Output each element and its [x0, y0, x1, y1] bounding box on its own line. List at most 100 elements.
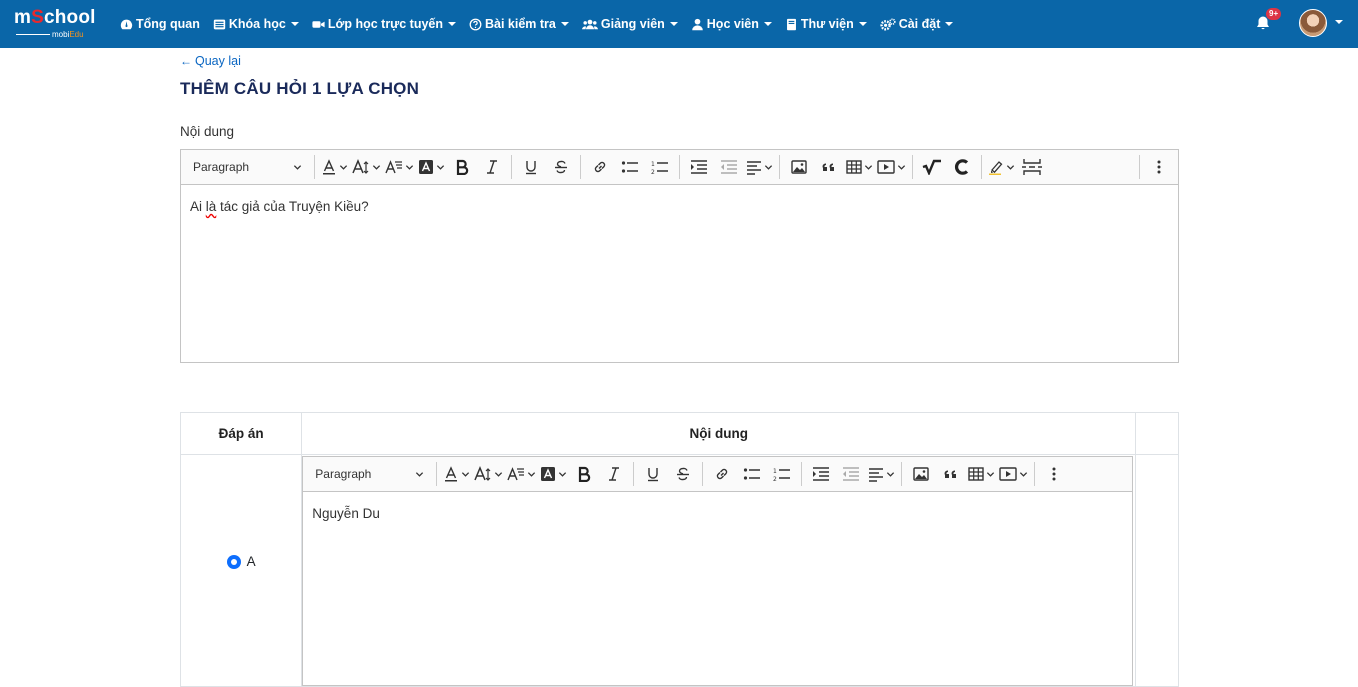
caret-down-icon [290, 22, 299, 26]
chemistry-formula-button[interactable] [949, 154, 975, 180]
nav-item-khoa-hoc[interactable]: Khóa học [213, 17, 299, 31]
background-color-button[interactable] [418, 154, 445, 180]
link-button[interactable] [709, 461, 735, 487]
font-color-button[interactable] [321, 154, 348, 180]
outdent-icon [721, 160, 737, 174]
nav-item-lop-hoc[interactable]: Lớp học trực tuyến [312, 17, 456, 31]
bold-button[interactable] [571, 461, 597, 487]
nav-item-giang-vien[interactable]: Giảng viên [581, 17, 678, 31]
text-align-button[interactable] [868, 461, 895, 487]
italic-button[interactable] [479, 154, 505, 180]
main-menu: Tổng quan Khóa học Lớp học trực tuyến Bà… [120, 0, 966, 48]
nav-item-bai-kiem-tra[interactable]: Bài kiểm tra [469, 17, 569, 31]
media-icon [877, 160, 895, 174]
math-formula-button[interactable] [919, 154, 945, 180]
nav-item-tong-quan[interactable]: Tổng quan [120, 17, 200, 31]
font-color-icon [323, 159, 335, 175]
notification-badge: 9+ [1266, 8, 1282, 20]
column-header-answer: Đáp án [179, 412, 303, 455]
font-size-button[interactable] [352, 154, 381, 180]
answer-radio-a[interactable] [226, 554, 241, 569]
column-header-content: Nội dung [301, 412, 1137, 455]
paragraph-dropdown-label: Paragraph [193, 160, 250, 174]
chevron-down-icon [1006, 164, 1015, 170]
question-circle-icon [469, 18, 482, 30]
quote-icon [944, 470, 957, 478]
font-family-icon [507, 467, 525, 481]
background-color-icon [419, 160, 433, 174]
background-color-icon [541, 467, 556, 481]
more-options-button[interactable] [1041, 461, 1067, 487]
insert-table-button[interactable] [968, 461, 995, 487]
book-icon [786, 18, 796, 30]
underline-button[interactable] [640, 461, 666, 487]
bold-button[interactable] [449, 154, 475, 180]
svg-text:1: 1 [773, 468, 777, 475]
caret-down-icon [448, 22, 456, 26]
bulleted-list-button[interactable] [739, 461, 765, 487]
caret-down-icon [945, 22, 954, 26]
chevron-down-icon [436, 164, 445, 170]
question-editor: Paragraph 12 Ai là tác giả của Truyện Ki… [180, 149, 1179, 363]
chevron-down-icon [897, 164, 906, 170]
brand-logo[interactable]: mSchool mobiEdu [14, 8, 104, 40]
chevron-down-icon [405, 164, 414, 170]
font-family-button[interactable] [507, 461, 536, 487]
highlight-button[interactable] [988, 154, 1015, 180]
user-avatar[interactable] [1299, 9, 1327, 37]
insert-image-button[interactable] [786, 154, 812, 180]
increase-indent-button[interactable] [808, 461, 834, 487]
answer-letter: A [246, 554, 256, 570]
avatar-caret-icon[interactable] [1335, 20, 1343, 24]
numbered-list-button[interactable]: 12 [769, 461, 795, 487]
back-link[interactable]: ← Quay lại [180, 54, 241, 68]
font-family-button[interactable] [385, 154, 414, 180]
increase-indent-button[interactable] [686, 154, 712, 180]
caret-down-icon [560, 22, 569, 26]
numbered-list-button[interactable]: 12 [647, 154, 673, 180]
block-quote-button[interactable] [938, 461, 964, 487]
editor-toolbar: Paragraph 12 [181, 150, 1178, 185]
insert-table-button[interactable] [846, 154, 873, 180]
block-quote-button[interactable] [816, 154, 842, 180]
underline-button[interactable] [518, 154, 544, 180]
svg-text:2: 2 [651, 169, 655, 175]
italic-button[interactable] [601, 461, 627, 487]
question-editor-content[interactable]: Ai là tác giả của Truyện Kiều? [181, 185, 1178, 228]
insert-media-button[interactable] [877, 154, 906, 180]
nav-item-thu-vien[interactable]: Thư viện [785, 17, 867, 31]
answer-editor-content[interactable]: Nguyễn Du [303, 492, 1132, 535]
page-break-button[interactable] [1019, 154, 1045, 180]
video-icon [312, 20, 325, 28]
font-color-icon [445, 466, 458, 482]
text-align-button[interactable] [746, 154, 773, 180]
nav-item-cai-dat[interactable]: Cài đặt [880, 17, 954, 31]
align-left-icon [747, 161, 761, 175]
font-color-button[interactable] [443, 461, 470, 487]
link-button[interactable] [587, 154, 613, 180]
strikethrough-button[interactable] [548, 154, 574, 180]
decrease-indent-button[interactable] [716, 154, 742, 180]
insert-media-button[interactable] [999, 461, 1028, 487]
font-size-button[interactable] [474, 461, 503, 487]
toolbar-separator [511, 155, 512, 179]
logo-line [16, 34, 50, 35]
bulleted-list-button[interactable] [617, 154, 643, 180]
strikethrough-icon [677, 467, 690, 481]
more-options-button[interactable] [1146, 154, 1172, 180]
toolbar-separator [702, 462, 704, 486]
highlight-pen-icon [989, 161, 1003, 175]
background-color-button[interactable] [540, 461, 567, 487]
insert-image-button[interactable] [908, 461, 934, 487]
chevron-down-icon [416, 471, 424, 477]
media-icon [999, 467, 1017, 481]
decrease-indent-button[interactable] [838, 461, 864, 487]
paragraph-dropdown[interactable]: Paragraph [185, 154, 310, 180]
paragraph-dropdown[interactable]: Paragraph [307, 461, 432, 487]
toolbar-separator [1034, 462, 1036, 486]
nav-item-hoc-vien[interactable]: Học viên [691, 17, 772, 31]
content-label: Nội dung [180, 124, 235, 139]
chevron-down-icon [293, 164, 302, 170]
dashboard-icon [120, 19, 133, 29]
strikethrough-button[interactable] [670, 461, 696, 487]
